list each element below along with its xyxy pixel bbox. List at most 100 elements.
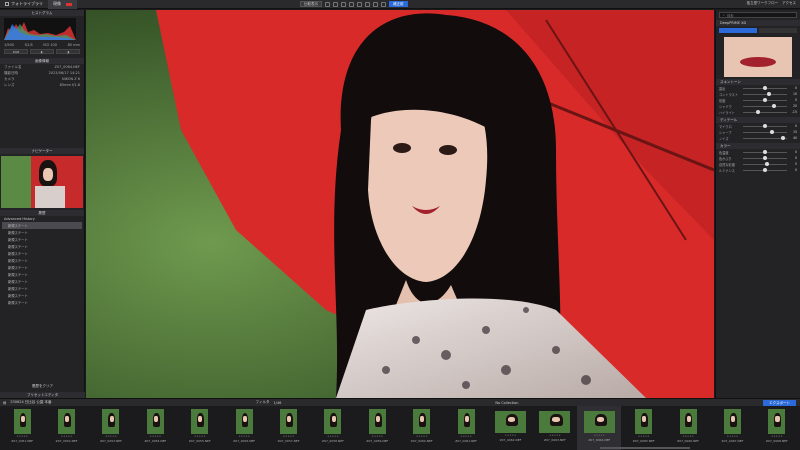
filmstrip-item[interactable]: ★★★★★ Z07_0064.NEF xyxy=(577,406,622,450)
rating-stars-icon[interactable]: ★★★★★ xyxy=(327,435,339,438)
filmstrip-item[interactable]: ★★★★★ Z07_0057.NEF xyxy=(266,406,310,450)
rating-stars-icon[interactable]: ★★★★★ xyxy=(16,435,28,438)
clip-shadow-icon[interactable]: ◐ xyxy=(30,49,54,54)
navigator-header[interactable]: ナビゲーター xyxy=(0,148,84,154)
filmstrip-item[interactable]: ★★★★★ Z07_0056.NEF xyxy=(222,406,266,450)
rating-stars-icon[interactable]: ★★★★★ xyxy=(238,435,250,438)
folder-icon[interactable]: ▤ xyxy=(3,401,6,405)
mode-prime-button[interactable] xyxy=(759,28,797,33)
rating-stars-icon[interactable]: ★★★★★ xyxy=(638,435,650,438)
slider-value[interactable]: 0 xyxy=(789,168,797,172)
history-item[interactable]: 新規ステート xyxy=(2,236,82,243)
history-item[interactable]: 新規ステート xyxy=(2,229,82,236)
filmstrip-item[interactable]: ★★★★★ Z07_0062.NEF xyxy=(488,406,532,450)
rating-stars-icon[interactable]: ★★★★★ xyxy=(105,435,117,438)
filmstrip-item[interactable]: ★★★★★ Z07_0058.NEF xyxy=(311,406,355,450)
histogram-header[interactable]: ヒストグラム xyxy=(0,10,84,16)
clear-history-button[interactable]: 履歴をクリア xyxy=(32,384,53,390)
slider-value[interactable]: 0 xyxy=(789,86,797,90)
filmstrip-item[interactable]: ★★★★★ Z07_0061.NEF xyxy=(444,406,488,450)
compare-button[interactable]: 比較表示 xyxy=(300,1,322,7)
mode-xd-button[interactable] xyxy=(719,28,757,33)
slider-track[interactable] xyxy=(743,124,787,128)
rating-stars-icon[interactable]: ★★★★★ xyxy=(150,435,162,438)
history-item[interactable]: 新規ステート xyxy=(2,264,82,271)
rating-stars-icon[interactable]: ★★★★★ xyxy=(194,435,206,438)
rating-stars-icon[interactable]: ★★★★★ xyxy=(460,435,472,438)
slider-track[interactable] xyxy=(743,98,787,102)
perspective-icon[interactable] xyxy=(349,1,354,7)
history-item[interactable]: 新規ステート xyxy=(2,292,82,299)
repair-icon[interactable] xyxy=(357,1,362,7)
crop-icon[interactable] xyxy=(333,1,338,7)
tab-library[interactable]: フォトライブラリ xyxy=(0,0,48,9)
slider-knob[interactable] xyxy=(767,92,772,96)
slider-knob[interactable] xyxy=(763,168,767,172)
slider-knob[interactable] xyxy=(756,110,761,114)
slider-track[interactable] xyxy=(743,168,787,172)
slider-knob[interactable] xyxy=(763,98,767,102)
slider-track[interactable] xyxy=(743,86,787,90)
filmstrip-item[interactable]: ★★★★★ Z07_0065.NEF xyxy=(621,406,665,450)
slider-value[interactable]: 15 xyxy=(789,130,797,134)
slider-value[interactable]: 0 xyxy=(789,124,797,128)
slider-knob[interactable] xyxy=(763,124,767,128)
slider-track[interactable] xyxy=(743,162,787,166)
slider-knob[interactable] xyxy=(771,104,776,108)
history-item[interactable]: 新規ステート xyxy=(2,222,82,229)
history-item[interactable]: 新規ステート xyxy=(2,285,82,292)
access-link[interactable]: アクセス xyxy=(782,1,796,6)
rating-stars-icon[interactable]: ★★★★★ xyxy=(771,435,783,438)
loupe-preview[interactable] xyxy=(724,37,792,77)
filmstrip-item[interactable]: ★★★★★ Z07_0063.NEF xyxy=(533,406,577,450)
slider-track[interactable] xyxy=(743,130,787,134)
rating-stars-icon[interactable]: ★★★★★ xyxy=(372,435,384,438)
workflow-link[interactable]: 独立型ワークフロー xyxy=(747,1,779,6)
picker-icon[interactable] xyxy=(373,1,378,7)
filmstrip-item[interactable]: ★★★★★ Z07_0051.NEF xyxy=(0,406,44,450)
history-item[interactable]: 新規ステート xyxy=(2,299,82,306)
filmstrip-item[interactable]: ★★★★★ Z07_0060.NEF xyxy=(400,406,444,450)
slider-track[interactable] xyxy=(743,136,787,140)
slider-value[interactable]: 0 xyxy=(789,150,797,154)
filmstrip-scrollbar[interactable] xyxy=(600,447,690,449)
rgb-button[interactable]: RGB xyxy=(4,49,28,54)
slider-value[interactable]: 40 xyxy=(789,136,797,140)
history-item[interactable]: 新規ステート xyxy=(2,257,82,264)
clip-highlight-icon[interactable]: ◑ xyxy=(56,49,80,54)
slider-knob[interactable] xyxy=(763,86,767,90)
filmstrip-item[interactable]: ★★★★★ Z07_0059.NEF xyxy=(355,406,399,450)
local-adjust-icon[interactable] xyxy=(365,1,370,7)
slider-track[interactable] xyxy=(743,156,787,160)
rating-stars-icon[interactable]: ★★★★★ xyxy=(61,435,73,438)
slider-value[interactable]: 0 xyxy=(789,156,797,160)
slider-track[interactable] xyxy=(743,104,787,108)
history-item[interactable]: 新規ステート xyxy=(2,278,82,285)
slider-knob[interactable] xyxy=(763,156,767,160)
rating-stars-icon[interactable]: ★★★★★ xyxy=(682,435,694,438)
filmstrip-item[interactable]: ★★★★★ Z07_0054.NEF xyxy=(133,406,177,450)
slider-knob[interactable] xyxy=(763,150,767,154)
slider-track[interactable] xyxy=(743,92,787,96)
slider-value[interactable]: -15 xyxy=(789,110,797,114)
slider-knob[interactable] xyxy=(780,136,785,140)
slider-value[interactable]: 10 xyxy=(789,92,797,96)
filmstrip-item[interactable]: ★★★★★ Z07_0053.NEF xyxy=(89,406,133,450)
filmstrip-item[interactable]: ★★★★★ Z07_0067.NEF xyxy=(710,406,754,450)
history-item[interactable]: 新規ステート xyxy=(2,271,82,278)
slider-knob[interactable] xyxy=(765,162,770,166)
filmstrip-item[interactable]: ★★★★★ Z07_0068.NEF xyxy=(755,406,799,450)
collection-label[interactable]: No Collection xyxy=(495,401,518,405)
zoom-icon[interactable] xyxy=(381,1,386,7)
search-box[interactable]: ⌕ 検索 xyxy=(719,12,797,18)
slider-track[interactable] xyxy=(743,150,787,154)
rating-stars-icon[interactable]: ★★★★★ xyxy=(727,435,739,438)
filter-label[interactable]: フィルタ xyxy=(256,400,270,405)
slider-track[interactable] xyxy=(743,110,787,114)
slider-value[interactable]: 0 xyxy=(789,98,797,102)
slider-value[interactable]: 5 xyxy=(789,162,797,166)
image-viewer[interactable] xyxy=(86,10,714,398)
filmstrip-item[interactable]: ★★★★★ Z07_0052.NEF xyxy=(44,406,88,450)
filmstrip-item[interactable]: ★★★★★ Z07_0066.NEF xyxy=(666,406,710,450)
rating-stars-icon[interactable]: ★★★★★ xyxy=(549,434,561,437)
